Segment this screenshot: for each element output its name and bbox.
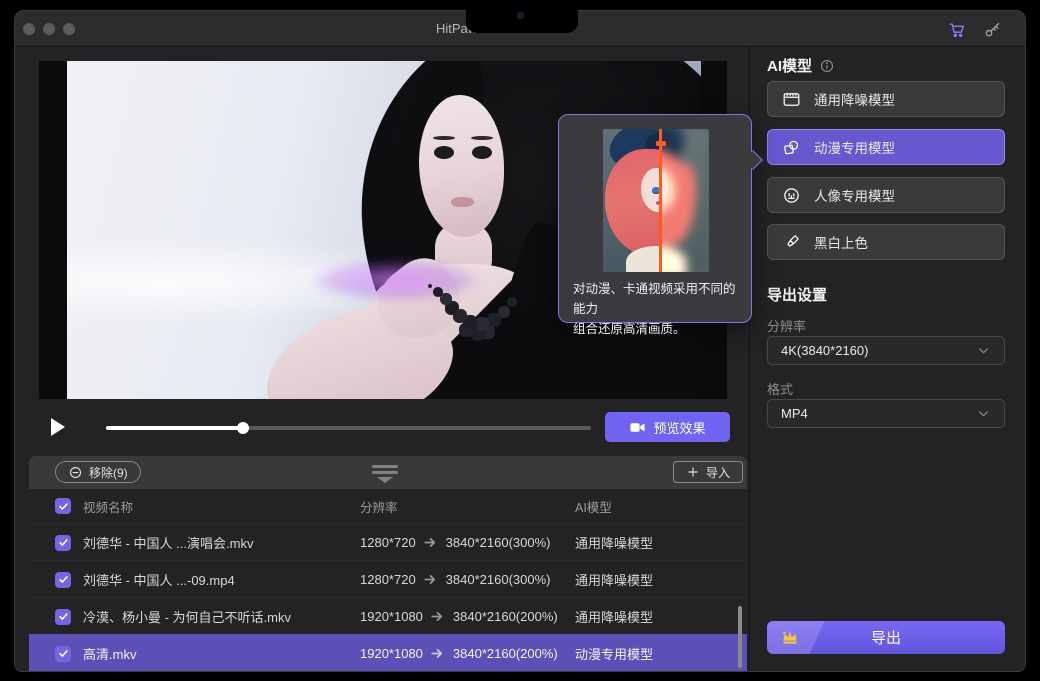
player-controls: 预览效果 (39, 399, 727, 455)
export-label: 导出 (871, 627, 901, 648)
preview-effect-button[interactable]: 预览效果 (605, 412, 730, 442)
model-label: 动漫专用模型 (814, 137, 895, 157)
format-value: MP4 (781, 406, 808, 421)
resolution-dropdown[interactable]: 4K(3840*2160) (767, 336, 1005, 365)
purple-light-flare (314, 260, 479, 301)
remove-button[interactable]: 移除(9) (55, 461, 141, 483)
model-label: 黑白上色 (814, 232, 868, 252)
table-header: 视频名称 分辨率 AI模型 (29, 489, 747, 523)
model-label: 人像专用模型 (814, 185, 895, 205)
camera-dot (517, 12, 524, 19)
comparison-slider-handle-top[interactable] (656, 141, 666, 146)
film-frame-icon (782, 90, 801, 109)
row-ai-model: 动漫专用模型 (575, 635, 653, 672)
row-ai-model: 通用降噪模型 (575, 561, 653, 598)
target-resolution: 3840*2160(200%) (453, 609, 558, 624)
minus-circle-icon (68, 465, 83, 480)
panel-resize-handle[interactable] (372, 465, 398, 483)
ai-models-title: AI模型 (767, 55, 812, 76)
file-list-card: 移除(9) 导入 (29, 456, 747, 672)
model-button-portrait[interactable]: 人像专用模型 (767, 177, 1005, 213)
source-resolution: 1920*1080 (360, 646, 423, 661)
seek-slider[interactable] (106, 426, 591, 430)
play-button[interactable] (46, 416, 68, 438)
original-blurred-half (661, 129, 709, 272)
plus-icon (686, 465, 700, 479)
seek-thumb[interactable] (237, 422, 249, 434)
row-ai-model: 通用降噪模型 (575, 598, 653, 635)
zoom-window-button[interactable] (63, 23, 75, 35)
face-icon (782, 186, 801, 205)
resolution-value: 4K(3840*2160) (781, 343, 868, 358)
paint-brush-icon (782, 233, 801, 252)
row-checkbox[interactable] (55, 572, 71, 588)
arrow-right-icon (431, 611, 445, 622)
target-resolution: 3840*2160(300%) (446, 535, 551, 550)
target-resolution: 3840*2160(200%) (453, 646, 558, 661)
close-window-button[interactable] (23, 23, 35, 35)
file-name: 刘德华 - 中国人 ...-09.mp4 (83, 561, 235, 598)
select-all-checkbox[interactable] (55, 498, 71, 514)
format-label: 格式 (767, 379, 793, 398)
table-row-selected[interactable]: 高清.mkv 1920*1080 3840*2160(200%) 动漫专用模型 (29, 634, 747, 671)
minimize-window-button[interactable] (43, 23, 55, 35)
crown-icon (780, 628, 800, 648)
table-row[interactable]: 刘德华 - 中国人 ...演唱会.mkv 1280*720 3840*2160(… (29, 523, 747, 560)
display-notch (466, 0, 578, 33)
model-button-colorize[interactable]: 黑白上色 (767, 224, 1005, 260)
chevron-down-icon (976, 343, 991, 358)
screen: HitPaw (0, 0, 1040, 681)
target-resolution: 3840*2160(300%) (446, 572, 551, 587)
import-button[interactable]: 导入 (673, 461, 743, 483)
column-header-name: 视频名称 (83, 489, 133, 523)
chevron-down-icon (976, 406, 991, 421)
list-scrollbar[interactable] (738, 606, 742, 668)
cart-icon[interactable] (947, 20, 967, 40)
source-resolution: 1280*720 (360, 535, 416, 550)
import-label: 导入 (706, 464, 730, 481)
export-settings-title: 导出设置 (767, 284, 827, 305)
table-row[interactable]: 刘德华 - 中国人 ...-09.mp4 1280*720 3840*2160(… (29, 560, 747, 597)
preview-effect-label: 预览效果 (653, 418, 705, 437)
video-camera-icon (629, 419, 646, 436)
comparison-image (603, 129, 709, 272)
seek-progress (106, 426, 243, 430)
table-rows: 刘德华 - 中国人 ...演唱会.mkv 1280*720 3840*2160(… (29, 523, 747, 671)
subject-face (419, 95, 505, 237)
tooltip-text: 对动漫、卡通视频采用不同的能力 组合还原高清画质。 (573, 279, 741, 339)
file-list-toolbar: 移除(9) 导入 (29, 456, 747, 489)
key-icon[interactable] (983, 20, 1003, 40)
anime-model-tooltip: 对动漫、卡通视频采用不同的能力 组合还原高清画质。 (558, 114, 752, 323)
row-checkbox[interactable] (55, 609, 71, 625)
column-header-model: AI模型 (575, 489, 612, 523)
file-name: 冷漠、杨小曼 - 为何自己不听话.mkv (83, 598, 291, 635)
source-resolution: 1280*720 (360, 572, 416, 587)
arrow-right-icon (424, 574, 438, 585)
arrow-right-icon (431, 648, 445, 659)
info-icon[interactable] (819, 58, 835, 74)
source-resolution: 1920*1080 (360, 609, 423, 624)
table-row[interactable]: 冷漠、杨小曼 - 为何自己不听话.mkv 1920*1080 3840*2160… (29, 597, 747, 634)
comparison-slider-line[interactable] (659, 129, 662, 272)
file-name: 高清.mkv (83, 635, 136, 672)
right-panel: AI模型 通用降噪模型 (749, 47, 1026, 672)
export-button[interactable]: 导出 (767, 621, 1005, 654)
model-button-general-denoise[interactable]: 通用降噪模型 (767, 81, 1005, 117)
row-ai-model: 通用降噪模型 (575, 524, 653, 561)
row-checkbox[interactable] (55, 535, 71, 551)
format-dropdown[interactable]: MP4 (767, 399, 1005, 428)
model-button-anime[interactable]: 动漫专用模型 (767, 129, 1005, 165)
remove-label: 移除(9) (89, 464, 128, 481)
row-checkbox[interactable] (55, 646, 71, 662)
model-label: 通用降噪模型 (814, 89, 895, 109)
enhanced-half (603, 129, 661, 272)
app-window: HitPaw (14, 10, 1026, 672)
file-name: 刘德华 - 中国人 ...演唱会.mkv (83, 524, 253, 561)
anime-shapes-icon (782, 138, 801, 157)
arrow-right-icon (424, 537, 438, 548)
resolution-label: 分辨率 (767, 316, 806, 335)
column-header-resolution: 分辨率 (360, 489, 398, 523)
